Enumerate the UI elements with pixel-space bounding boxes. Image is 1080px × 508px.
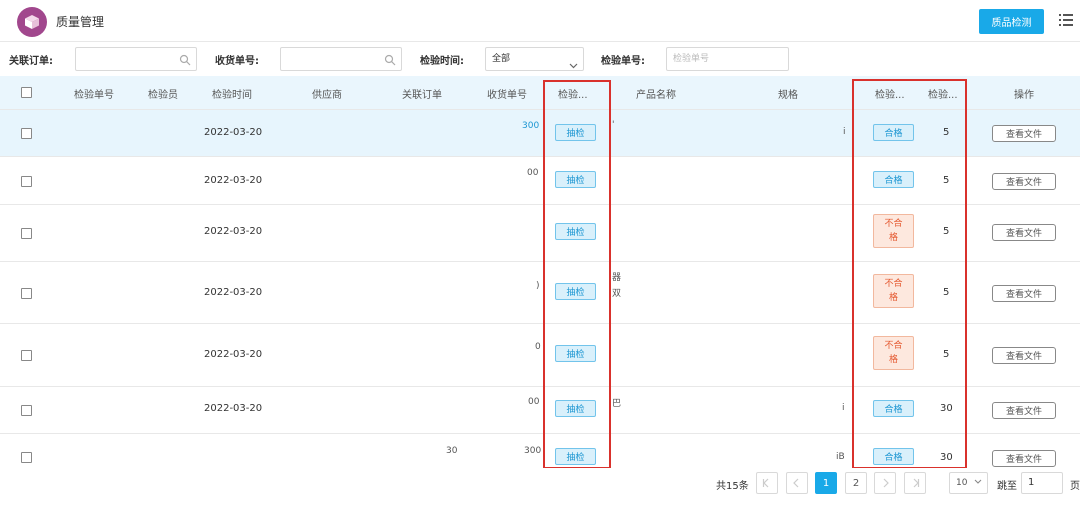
next-page-icon[interactable]	[874, 472, 896, 494]
col-linked-order[interactable]: 关联订单	[402, 86, 442, 101]
linked-order-cell: 30	[446, 446, 458, 456]
jump-label: 跳至	[997, 481, 1017, 492]
time-filter-select[interactable]: 全部	[485, 47, 584, 71]
receipt-no-cell: 300	[524, 446, 542, 456]
view-file-button[interactable]: 查看文件	[992, 125, 1056, 142]
page-size-select[interactable]: 10	[949, 472, 988, 494]
page-2-button[interactable]: 2	[845, 472, 867, 494]
view-file-button[interactable]: 查看文件	[992, 224, 1056, 241]
cube-logo-icon	[17, 7, 47, 37]
view-file-button[interactable]: 查看文件	[992, 347, 1056, 364]
product-name-cell: 巴	[612, 399, 622, 409]
quality-check-button[interactable]: 质品检测	[979, 9, 1044, 34]
prev-page-icon[interactable]	[786, 472, 808, 494]
inspect-time-cell: 2022-03-20	[204, 287, 263, 298]
row-checkbox[interactable]	[21, 350, 32, 361]
receipt-no-cell: 0	[535, 342, 541, 352]
search-icon	[384, 53, 396, 75]
list-menu-icon[interactable]	[1058, 12, 1074, 28]
jump-suffix: 页	[1070, 481, 1080, 492]
filter-bar: 关联订单: 收货单号: 检验时间: 全部 检验单号: 检验单号	[0, 43, 1080, 75]
receipt-no-cell: )	[536, 281, 540, 291]
view-file-button[interactable]: 查看文件	[992, 173, 1056, 190]
order-filter-label: 关联订单:	[9, 56, 53, 67]
row-checkbox[interactable]	[21, 176, 32, 187]
inspect-time-cell: 2022-03-20	[204, 349, 263, 360]
inspect-time-cell: 2022-03-20	[204, 127, 263, 138]
col-inspector[interactable]: 检验员	[148, 86, 178, 101]
col-receipt-no[interactable]: 收货单号	[487, 86, 527, 101]
receipt-filter-label: 收货单号:	[215, 56, 259, 67]
inspect-time-cell: 2022-03-20	[204, 175, 263, 186]
app-header: 质量管理 质品检测	[0, 0, 1080, 42]
chevron-down-icon	[974, 473, 982, 493]
view-file-button[interactable]: 查看文件	[992, 285, 1056, 302]
highlight-box-result-columns	[852, 79, 967, 469]
highlight-box-method-column	[543, 80, 611, 469]
inspect-time-cell: 2022-03-20	[204, 403, 263, 414]
order-filter-input[interactable]	[75, 47, 197, 71]
row-checkbox[interactable]	[21, 405, 32, 416]
row-checkbox[interactable]	[21, 128, 32, 139]
col-product-name[interactable]: 产品名称	[636, 86, 676, 101]
last-page-icon[interactable]	[904, 472, 926, 494]
time-filter-label: 检验时间:	[420, 56, 464, 67]
search-icon	[179, 53, 191, 75]
inspect-no-filter-input[interactable]: 检验单号	[666, 47, 789, 71]
view-file-button[interactable]: 查看文件	[992, 450, 1056, 467]
spec-cell: i	[843, 127, 846, 137]
row-checkbox[interactable]	[21, 452, 32, 463]
pagination: 共15条 1 2 10 跳至 1 页	[0, 468, 1080, 508]
product-name-cell: 器 双	[612, 273, 622, 299]
spec-cell: iB	[836, 452, 845, 462]
page-size-value: 10	[956, 478, 968, 488]
product-name-cell: '	[612, 120, 615, 130]
spec-cell: i	[842, 403, 845, 413]
col-spec[interactable]: 规格	[778, 86, 798, 101]
first-page-icon[interactable]	[756, 472, 778, 494]
receipt-filter-input[interactable]	[280, 47, 402, 71]
page-1-button[interactable]: 1	[815, 472, 837, 494]
row-checkbox[interactable]	[21, 228, 32, 239]
view-file-button[interactable]: 查看文件	[992, 402, 1056, 419]
row-checkbox[interactable]	[21, 288, 32, 299]
inspect-no-filter-label: 检验单号:	[601, 56, 645, 67]
receipt-no-cell: 00	[528, 397, 540, 407]
time-filter-value: 全部	[492, 54, 511, 64]
receipt-no-cell: 00	[527, 168, 539, 178]
receipt-no-cell: 300	[522, 121, 540, 131]
col-inspect-time[interactable]: 检验时间	[212, 86, 252, 101]
col-actions: 操作	[1014, 90, 1034, 101]
chevron-down-icon	[569, 56, 578, 78]
col-supplier[interactable]: 供应商	[312, 86, 342, 101]
inspect-time-cell: 2022-03-20	[204, 226, 263, 237]
page-title: 质量管理	[56, 15, 105, 29]
total-count: 共15条	[716, 481, 749, 492]
inspect-no-placeholder: 检验单号	[673, 54, 710, 64]
select-all-checkbox[interactable]	[21, 87, 32, 98]
jump-page-input[interactable]: 1	[1021, 472, 1063, 494]
col-inspect-no[interactable]: 检验单号	[74, 86, 114, 101]
